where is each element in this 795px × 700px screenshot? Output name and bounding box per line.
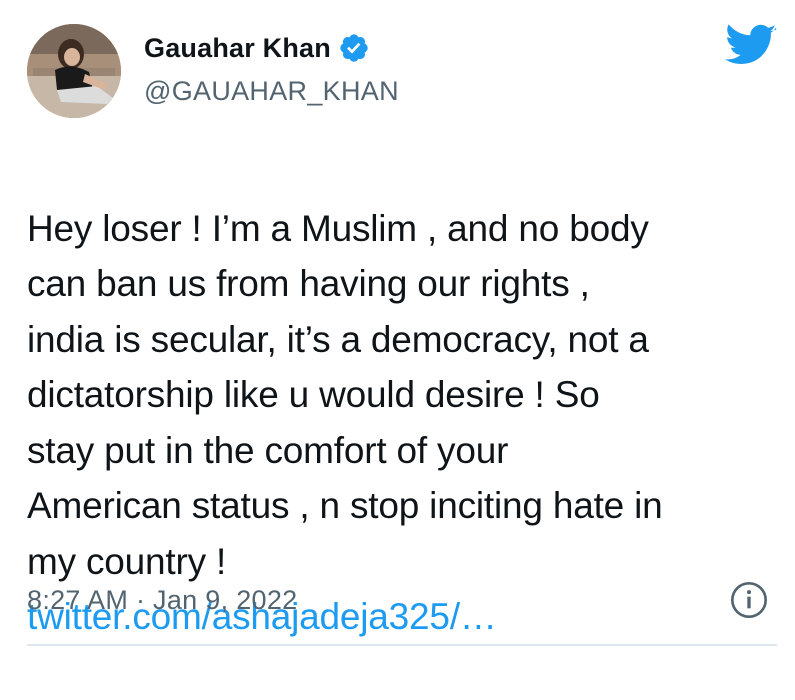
tweet-text: Hey loser ! I’m a Muslim , and no body c…: [27, 207, 663, 582]
divider: [27, 644, 777, 646]
info-icon[interactable]: [729, 580, 769, 620]
tweet-meta: 8:27 AM · Jan 9, 2022: [27, 578, 777, 622]
verified-badge-icon: [340, 34, 368, 62]
timestamp[interactable]: 8:27 AM · Jan 9, 2022: [27, 585, 297, 616]
avatar-photo: [27, 24, 121, 118]
name-row: Gauahar Khan: [144, 30, 370, 66]
avatar[interactable]: [27, 24, 121, 118]
display-name[interactable]: Gauahar Khan: [144, 33, 331, 64]
tweet-header: Gauahar Khan @GAUAHAR_KHAN: [27, 24, 777, 119]
twitter-bird-icon[interactable]: [725, 24, 777, 68]
user-handle[interactable]: @GAUAHAR_KHAN: [144, 76, 399, 107]
